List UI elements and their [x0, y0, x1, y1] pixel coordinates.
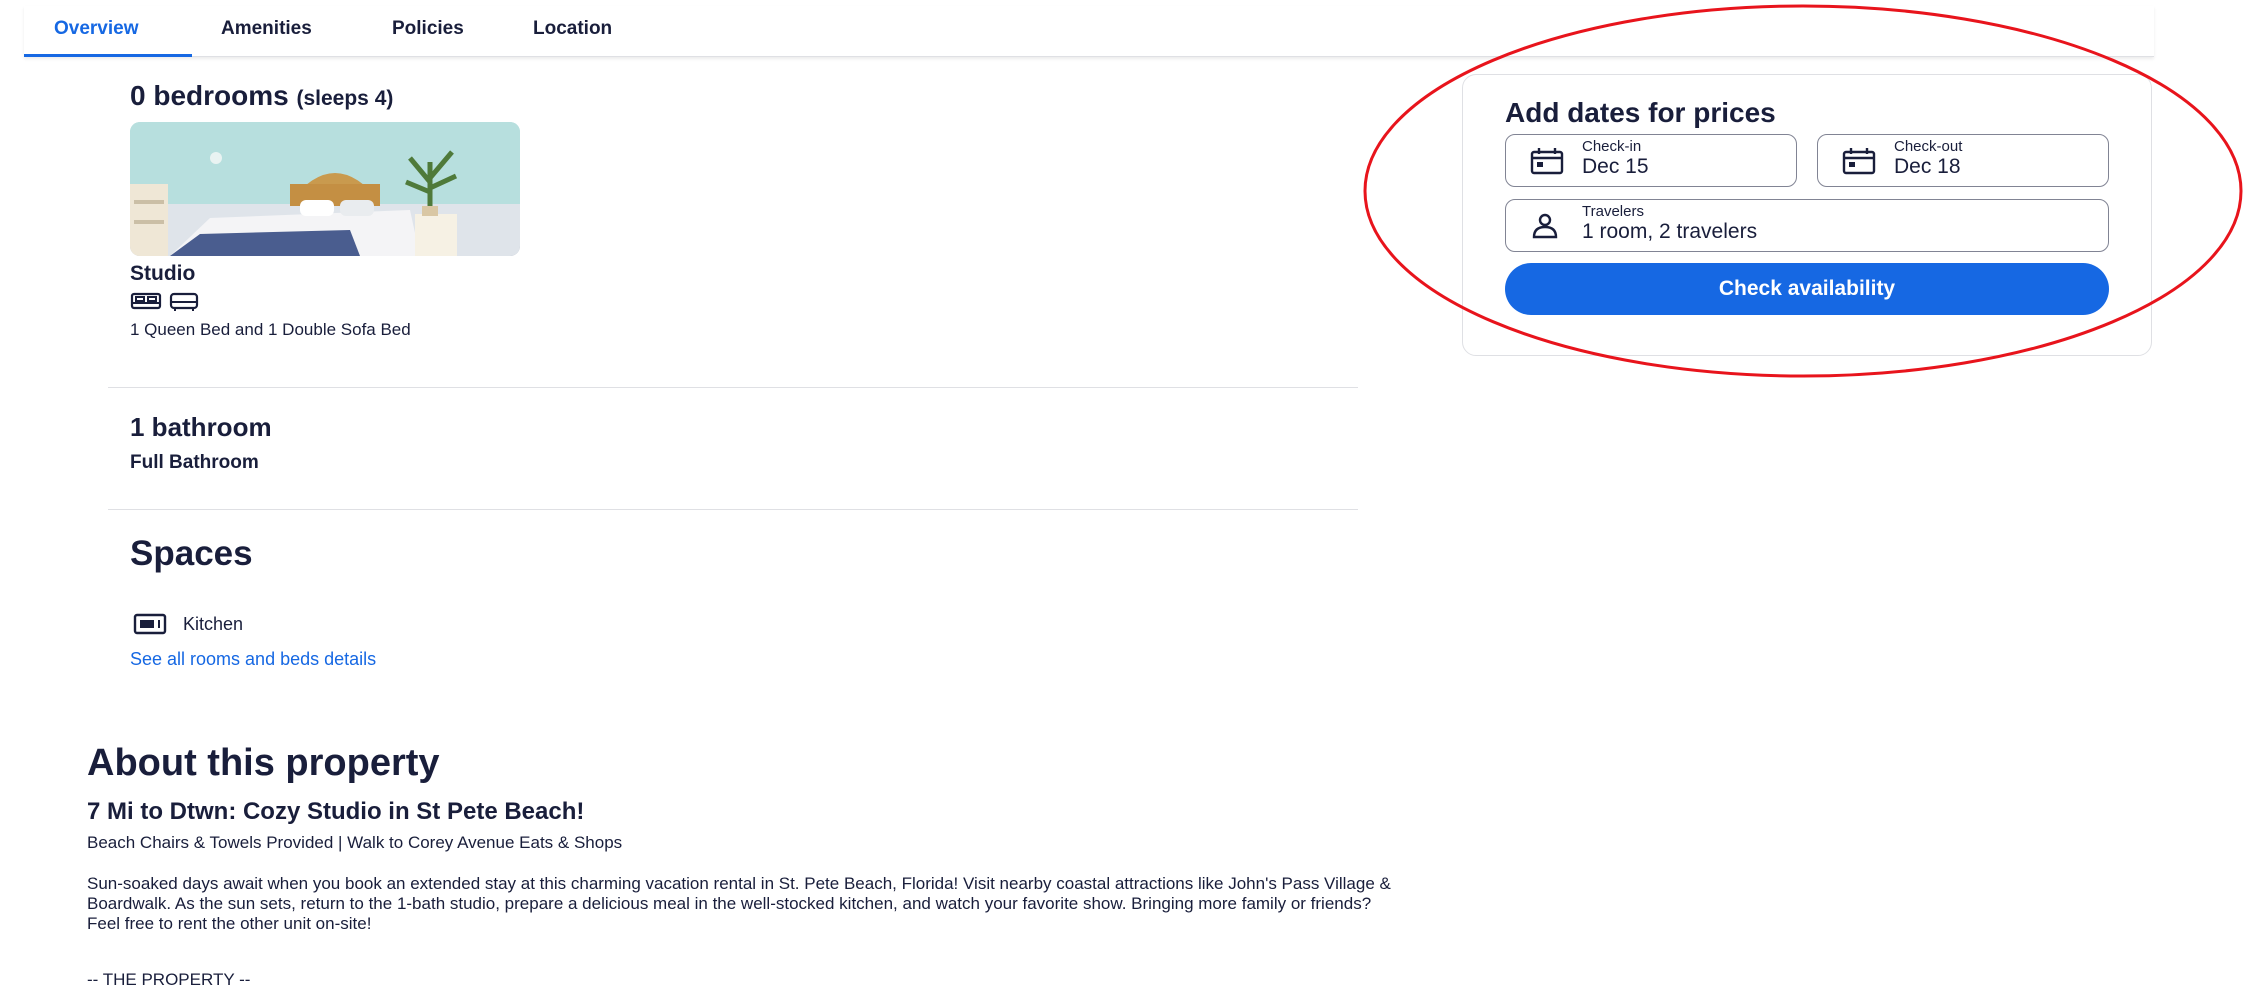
bedrooms-count: 0 bedrooms	[130, 80, 289, 111]
bathroom-description: Full Bathroom	[130, 452, 259, 473]
tab-overview[interactable]: Overview	[54, 18, 139, 40]
checkin-value: Dec 15	[1582, 155, 1649, 178]
tab-location[interactable]: Location	[533, 18, 612, 40]
bedrooms-heading: 0 bedrooms (sleeps 4)	[130, 80, 393, 112]
bathroom-heading: 1 bathroom	[130, 412, 272, 442]
active-tab-indicator	[24, 54, 192, 57]
property-title: 7 Mi to Dtwn: Cozy Studio in St Pete Bea…	[87, 798, 585, 825]
bed-icons-row	[130, 288, 200, 318]
see-all-rooms-link[interactable]: See all rooms and beds details	[130, 649, 376, 670]
travelers-value: 1 room, 2 travelers	[1582, 220, 1758, 243]
bed-description: 1 Queen Bed and 1 Double Sofa Bed	[130, 320, 411, 339]
person-icon	[1532, 213, 1558, 239]
checkin-label: Check-in	[1582, 138, 1642, 155]
tab-bar: Overview Amenities Policies Location	[24, 6, 2154, 57]
calendar-icon	[1842, 148, 1876, 175]
sofa-bed-icon	[170, 292, 199, 311]
kitchen-label: Kitchen	[183, 613, 244, 634]
property-section-heading: -- THE PROPERTY --	[87, 970, 251, 989]
booking-card: Add dates for prices Check-in Dec 15 Che…	[1462, 74, 2152, 356]
spaces-heading: Spaces	[130, 534, 253, 573]
check-availability-button[interactable]: Check availability	[1505, 263, 2109, 315]
about-heading: About this property	[87, 742, 440, 784]
section-divider	[108, 509, 1358, 510]
travelers-label: Travelers	[1582, 203, 1644, 220]
calendar-icon	[1530, 148, 1564, 175]
checkout-label: Check-out	[1894, 138, 1963, 155]
tab-policies[interactable]: Policies	[392, 18, 464, 40]
checkin-field[interactable]: Check-in Dec 15	[1505, 134, 1797, 187]
travelers-field[interactable]: Travelers 1 room, 2 travelers	[1505, 199, 2109, 252]
sleeps-count: (sleeps 4)	[296, 87, 394, 110]
section-divider	[108, 387, 1358, 388]
bed-icon	[130, 292, 162, 310]
kitchen-icon	[133, 613, 167, 635]
property-tagline: Beach Chairs & Towels Provided | Walk to…	[87, 833, 623, 852]
checkout-field[interactable]: Check-out Dec 18	[1817, 134, 2109, 187]
property-description: Sun-soaked days await when you book an e…	[87, 874, 1391, 933]
checkout-value: Dec 18	[1894, 155, 1961, 178]
studio-label: Studio	[130, 262, 196, 285]
booking-title: Add dates for prices	[1505, 97, 1776, 128]
kitchen-item: Kitchen	[133, 613, 243, 635]
tab-amenities[interactable]: Amenities	[221, 18, 312, 40]
room-photo[interactable]	[130, 122, 520, 256]
